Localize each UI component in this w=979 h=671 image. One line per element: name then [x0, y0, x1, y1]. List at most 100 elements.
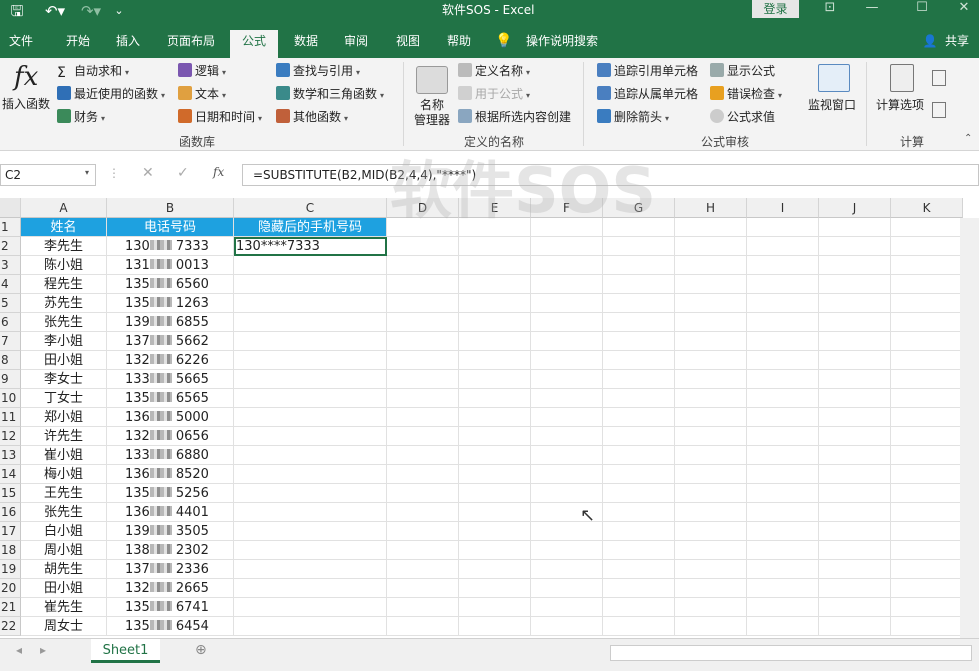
empty-cell[interactable]: [387, 560, 459, 579]
hidden-phone-cell[interactable]: [234, 370, 387, 389]
define-name-button[interactable]: 定义名称 ▾: [458, 62, 530, 80]
hidden-phone-cell[interactable]: [234, 465, 387, 484]
empty-cell[interactable]: [747, 389, 819, 408]
name-cell[interactable]: 崔先生: [21, 598, 107, 617]
use-in-formula-button[interactable]: 用于公式 ▾: [458, 85, 530, 103]
tab-home[interactable]: 开始: [52, 30, 104, 58]
empty-cell[interactable]: [387, 275, 459, 294]
empty-cell[interactable]: [747, 465, 819, 484]
row-header[interactable]: 9: [0, 370, 21, 389]
watch-window-icon[interactable]: [818, 64, 850, 92]
sheet-tab-sheet1[interactable]: Sheet1: [91, 639, 160, 663]
empty-cell[interactable]: [531, 256, 603, 275]
empty-cell[interactable]: [387, 446, 459, 465]
empty-cell[interactable]: [675, 598, 747, 617]
hidden-phone-cell[interactable]: [234, 484, 387, 503]
empty-cell[interactable]: [891, 237, 963, 256]
phone-cell[interactable]: 132 2665: [107, 579, 234, 598]
tell-me-search[interactable]: 操作说明搜索: [520, 30, 604, 58]
empty-cell[interactable]: [531, 465, 603, 484]
empty-cell[interactable]: [819, 389, 891, 408]
column-header-i[interactable]: I: [747, 198, 819, 218]
empty-cell[interactable]: [531, 484, 603, 503]
recent-functions-button[interactable]: 最近使用的函数 ▾: [57, 85, 165, 103]
row-header[interactable]: 11: [0, 408, 21, 427]
empty-cell[interactable]: [603, 503, 675, 522]
column-header-c[interactable]: C: [234, 198, 387, 218]
empty-cell[interactable]: [747, 313, 819, 332]
name-cell[interactable]: 丁女士: [21, 389, 107, 408]
hidden-phone-cell[interactable]: [234, 617, 387, 636]
empty-cell[interactable]: [675, 522, 747, 541]
empty-cell[interactable]: [747, 446, 819, 465]
empty-cell[interactable]: [747, 370, 819, 389]
empty-cell[interactable]: [891, 579, 963, 598]
empty-cell[interactable]: [891, 465, 963, 484]
empty-cell[interactable]: [459, 541, 531, 560]
empty-cell[interactable]: [747, 275, 819, 294]
empty-cell[interactable]: [819, 541, 891, 560]
tab-formulas[interactable]: 公式: [230, 30, 278, 58]
empty-cell[interactable]: [387, 237, 459, 256]
empty-cell[interactable]: [459, 579, 531, 598]
empty-cell[interactable]: [603, 275, 675, 294]
phone-cell[interactable]: 133 6880: [107, 446, 234, 465]
empty-cell[interactable]: [387, 484, 459, 503]
empty-cell[interactable]: [747, 598, 819, 617]
empty-cell[interactable]: [747, 256, 819, 275]
header-cell-c[interactable]: 隐藏后的手机号码: [234, 218, 387, 237]
empty-cell[interactable]: [819, 560, 891, 579]
empty-cell[interactable]: [891, 503, 963, 522]
empty-cell[interactable]: [891, 275, 963, 294]
empty-cell[interactable]: [531, 427, 603, 446]
empty-cell[interactable]: [747, 617, 819, 636]
hidden-phone-cell[interactable]: [234, 598, 387, 617]
empty-cell[interactable]: [603, 484, 675, 503]
autosum-button[interactable]: Σ 自动求和 ▾: [57, 62, 129, 81]
row-header[interactable]: 21: [0, 598, 21, 617]
name-manager-label-2[interactable]: 管理器: [414, 111, 450, 129]
empty-cell[interactable]: [459, 275, 531, 294]
row-header[interactable]: 12: [0, 427, 21, 446]
new-sheet-icon[interactable]: ⊕: [195, 642, 207, 658]
empty-cell[interactable]: [819, 351, 891, 370]
name-cell[interactable]: 李先生: [21, 237, 107, 256]
phone-cell[interactable]: 137 5662: [107, 332, 234, 351]
empty-cell[interactable]: [819, 446, 891, 465]
empty-cell[interactable]: [675, 313, 747, 332]
empty-cell[interactable]: [747, 541, 819, 560]
save-icon[interactable]: 🖫: [6, 2, 28, 20]
empty-cell[interactable]: [675, 370, 747, 389]
empty-cell[interactable]: [675, 427, 747, 446]
prev-sheet-icon[interactable]: ◂: [16, 643, 22, 657]
phone-cell[interactable]: 135 6741: [107, 598, 234, 617]
row-header[interactable]: 2: [0, 237, 21, 256]
hidden-phone-cell[interactable]: [234, 332, 387, 351]
login-button[interactable]: 登录: [752, 0, 799, 18]
financial-button[interactable]: 财务 ▾: [57, 108, 105, 126]
empty-cell[interactable]: [747, 237, 819, 256]
empty-cell[interactable]: [891, 522, 963, 541]
empty-cell[interactable]: [891, 389, 963, 408]
empty-cell[interactable]: [891, 617, 963, 636]
formula-bar-options-icon[interactable]: ⋮: [108, 166, 120, 180]
row-header[interactable]: 3: [0, 256, 21, 275]
hidden-phone-cell[interactable]: 130****7333: [234, 237, 387, 256]
empty-cell[interactable]: [819, 294, 891, 313]
empty-cell[interactable]: [459, 484, 531, 503]
phone-cell[interactable]: 135 6454: [107, 617, 234, 636]
empty-cell[interactable]: [387, 579, 459, 598]
trace-precedents-button[interactable]: 追踪引用单元格: [597, 62, 698, 80]
empty-cell[interactable]: [531, 389, 603, 408]
empty-cell[interactable]: [819, 617, 891, 636]
logical-button[interactable]: 逻辑 ▾: [178, 62, 226, 80]
name-cell[interactable]: 张先生: [21, 503, 107, 522]
empty-cell[interactable]: [603, 351, 675, 370]
empty-cell[interactable]: [891, 332, 963, 351]
empty-cell[interactable]: [675, 617, 747, 636]
row-header[interactable]: 8: [0, 351, 21, 370]
share-button[interactable]: 共享: [940, 30, 974, 58]
empty-cell[interactable]: [531, 294, 603, 313]
datetime-button[interactable]: 日期和时间 ▾: [178, 108, 262, 126]
name-cell[interactable]: 田小姐: [21, 579, 107, 598]
